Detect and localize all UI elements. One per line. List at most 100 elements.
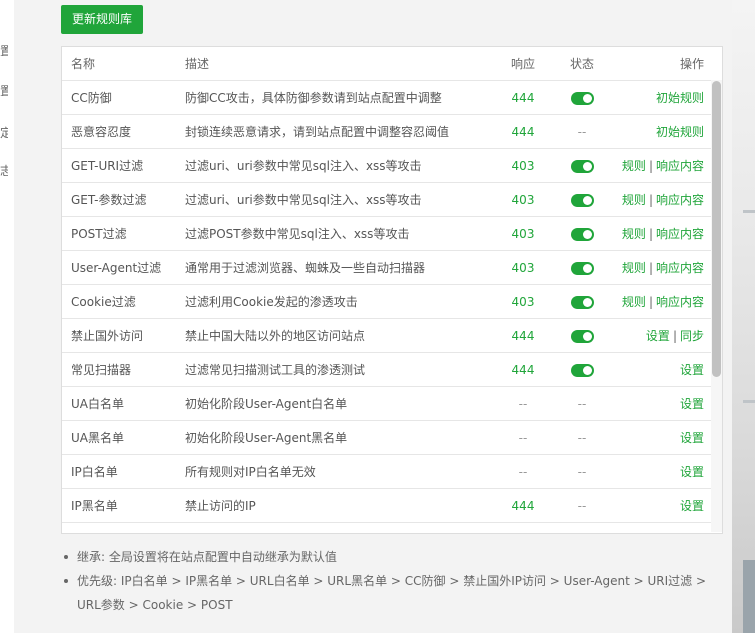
rule-ops: 设置 bbox=[613, 395, 710, 412]
rule-desc: 过滤常见扫描测试工具的渗透测试 bbox=[185, 363, 366, 377]
ops-separator: | bbox=[648, 295, 653, 309]
ops-separator: | bbox=[648, 227, 653, 241]
status-toggle[interactable] bbox=[570, 261, 594, 275]
left-sidebar-fragment[interactable]: 定 bbox=[0, 124, 8, 141]
rule-name: 禁止国外访问 bbox=[71, 329, 144, 343]
rule-ops: 设置 bbox=[613, 463, 710, 480]
left-sidebar-edge: 置 置 定 志 bbox=[0, 0, 14, 633]
table-body: CC防御 防御CC攻击，具体防御参数请到站点配置中调整 444 初始规则 恶意容忍度 封锁… bbox=[62, 81, 722, 523]
rule-op-link[interactable]: 设置 bbox=[680, 431, 704, 445]
global-settings-panel: 更新规则库 名称 描述 响应 状态 操作 CC防御 防御CC攻击，具体防御参数请到… bbox=[14, 0, 732, 633]
table-scrollbar[interactable] bbox=[711, 80, 722, 532]
rule-status bbox=[551, 193, 613, 207]
background-block bbox=[743, 560, 755, 633]
rule-op-link[interactable]: 设置 bbox=[646, 329, 670, 343]
rule-response-code: 403 bbox=[511, 294, 535, 309]
rule-response-code: 403 bbox=[511, 158, 535, 173]
rule-name: UA白名单 bbox=[71, 397, 124, 411]
rule-name: CC防御 bbox=[71, 91, 112, 105]
rule-ops: 初始规则 bbox=[613, 89, 710, 106]
rule-op-link[interactable]: 响应内容 bbox=[656, 295, 704, 309]
rule-response-code: 444 bbox=[511, 124, 535, 139]
table-header: 名称 描述 响应 状态 操作 bbox=[62, 47, 722, 81]
rule-status bbox=[551, 363, 613, 377]
background-line bbox=[743, 210, 755, 213]
rule-op-link[interactable]: 响应内容 bbox=[656, 193, 704, 207]
ops-separator: | bbox=[648, 261, 653, 275]
status-toggle[interactable] bbox=[570, 227, 594, 241]
rule-name: GET-参数过滤 bbox=[71, 193, 147, 207]
rule-name: GET-URI过滤 bbox=[71, 159, 144, 173]
rule-desc: 初始化阶段User-Agent黑名单 bbox=[185, 431, 348, 445]
rule-op-link[interactable]: 初始规则 bbox=[656, 91, 704, 105]
rule-op-link[interactable]: 规则 bbox=[622, 193, 646, 207]
left-sidebar-fragment[interactable]: 置 bbox=[0, 42, 8, 59]
background-window-edge bbox=[732, 0, 755, 633]
header-status: 状态 bbox=[569, 57, 594, 71]
status-text: -- bbox=[577, 124, 587, 139]
rule-ops: 规则 | 响应内容 bbox=[613, 157, 710, 174]
rule-ops: 规则 | 响应内容 bbox=[613, 191, 710, 208]
header-resp: 响应 bbox=[510, 57, 535, 71]
table-row: UA黑名单 初始化阶段User-Agent黑名单 -- -- 设置 bbox=[62, 421, 722, 455]
scrollbar-thumb[interactable] bbox=[712, 81, 721, 377]
rule-desc: 初始化阶段User-Agent白名单 bbox=[185, 397, 348, 411]
status-toggle[interactable] bbox=[570, 295, 594, 309]
table-row: CC防御 防御CC攻击，具体防御参数请到站点配置中调整 444 初始规则 bbox=[62, 81, 722, 115]
rule-ops: 设置 | 同步 bbox=[613, 327, 710, 344]
rule-op-link[interactable]: 规则 bbox=[622, 295, 646, 309]
rule-op-link[interactable]: 响应内容 bbox=[656, 227, 704, 241]
rule-op-link[interactable]: 同步 bbox=[680, 329, 704, 343]
notes: 继承: 全局设置将在站点配置中自动继承为默认值 优先级: IP白名单 > IP黑… bbox=[61, 545, 721, 617]
status-toggle[interactable] bbox=[570, 159, 594, 173]
rule-response-code: -- bbox=[518, 396, 528, 411]
update-rules-button[interactable]: 更新规则库 bbox=[61, 5, 143, 34]
rule-ops: 规则 | 响应内容 bbox=[613, 259, 710, 276]
table-row: 恶意容忍度 封锁连续恶意请求，请到站点配置中调整容忍阈值 444 -- 初始规则 bbox=[62, 115, 722, 149]
table-row: 常见扫描器 过滤常见扫描测试工具的渗透测试 444 设置 bbox=[62, 353, 722, 387]
rule-op-link[interactable]: 初始规则 bbox=[656, 125, 704, 139]
left-sidebar-fragment[interactable]: 置 bbox=[0, 82, 8, 99]
rule-desc: 过滤利用Cookie发起的渗透攻击 bbox=[185, 295, 358, 309]
rule-op-link[interactable]: 规则 bbox=[622, 261, 646, 275]
status-toggle[interactable] bbox=[570, 91, 594, 105]
rule-ops: 规则 | 响应内容 bbox=[613, 225, 710, 242]
rule-ops: 设置 bbox=[613, 429, 710, 446]
rule-desc: 通常用于过滤浏览器、蜘蛛及一些自动扫描器 bbox=[185, 261, 426, 275]
table-row: IP黑名单 禁止访问的IP 444 -- 设置 bbox=[62, 489, 722, 523]
rule-status: -- bbox=[551, 499, 613, 513]
rule-response-code: -- bbox=[518, 464, 528, 479]
rule-op-link[interactable]: 规则 bbox=[622, 159, 646, 173]
ops-separator: | bbox=[648, 159, 653, 173]
rule-op-link[interactable]: 设置 bbox=[680, 465, 704, 479]
rule-op-link[interactable]: 响应内容 bbox=[656, 159, 704, 173]
rule-op-link[interactable]: 设置 bbox=[680, 363, 704, 377]
table-row: POST过滤 过滤POST参数中常见sql注入、xss等攻击 403 规则 | 响应内容 bbox=[62, 217, 722, 251]
rule-name: 恶意容忍度 bbox=[71, 125, 132, 139]
status-toggle[interactable] bbox=[570, 329, 594, 343]
left-sidebar-fragment[interactable]: 志 bbox=[0, 162, 8, 179]
rule-op-link[interactable]: 规则 bbox=[622, 227, 646, 241]
rule-op-link[interactable]: 响应内容 bbox=[656, 261, 704, 275]
rule-desc: 过滤uri、uri参数中常见sql注入、xss等攻击 bbox=[185, 159, 422, 173]
status-toggle[interactable] bbox=[570, 193, 594, 207]
status-toggle[interactable] bbox=[570, 363, 594, 377]
status-text: -- bbox=[577, 464, 587, 479]
ops-separator: | bbox=[672, 329, 677, 343]
rule-desc: 禁止中国大陆以外的地区访问站点 bbox=[185, 329, 366, 343]
rule-response-code: 403 bbox=[511, 226, 535, 241]
table-row: Cookie过滤 过滤利用Cookie发起的渗透攻击 403 规则 | 响应内容 bbox=[62, 285, 722, 319]
rule-desc: 所有规则对IP白名单无效 bbox=[185, 465, 316, 479]
header-desc: 描述 bbox=[185, 57, 210, 71]
rule-response-code: 444 bbox=[511, 498, 535, 513]
status-text: -- bbox=[577, 396, 587, 411]
rule-op-link[interactable]: 设置 bbox=[680, 499, 704, 513]
rule-status bbox=[551, 261, 613, 275]
rule-response-code: 444 bbox=[511, 328, 535, 343]
rule-name: POST过滤 bbox=[71, 227, 127, 241]
header-ops: 操作 bbox=[679, 57, 704, 71]
table-row: IP白名单 所有规则对IP白名单无效 -- -- 设置 bbox=[62, 455, 722, 489]
rule-response-code: 444 bbox=[511, 90, 535, 105]
rule-op-link[interactable]: 设置 bbox=[680, 397, 704, 411]
rule-desc: 过滤POST参数中常见sql注入、xss等攻击 bbox=[185, 227, 410, 241]
